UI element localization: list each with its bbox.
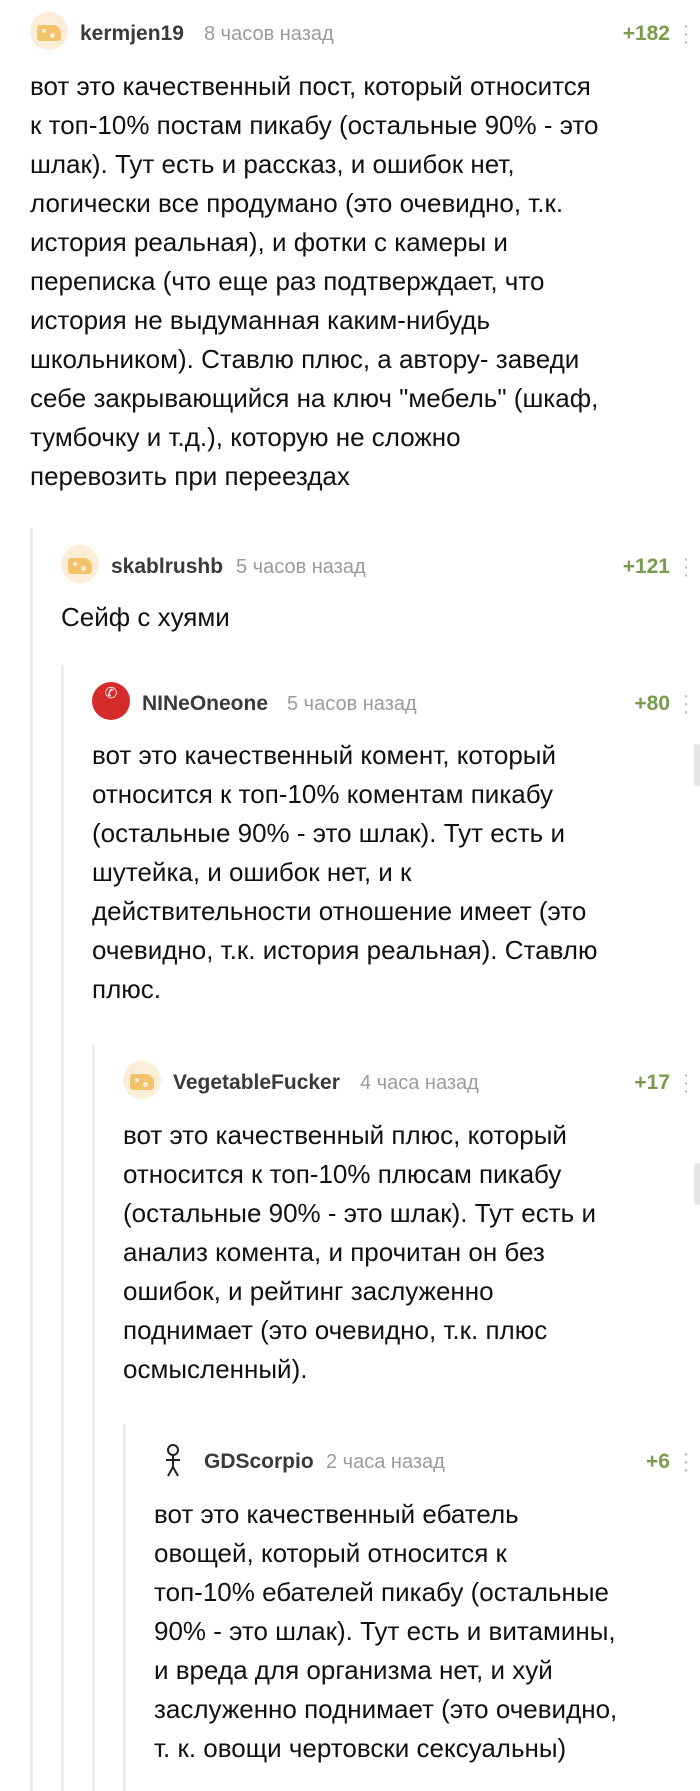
stick-figure-avatar-icon[interactable] — [154, 1440, 192, 1478]
more-vertical-icon[interactable]: · · · — [680, 16, 692, 52]
comment-header: VegetableFucker 4 часа назад +17 · · · — [123, 1049, 700, 1101]
comment-timestamp[interactable]: 5 часов назад — [287, 693, 417, 716]
user-avatar-icon[interactable] — [30, 12, 68, 50]
comment-timestamp[interactable]: 4 часа назад — [360, 1072, 479, 1095]
comment-username[interactable]: GDScorpio — [204, 1450, 314, 1474]
comment-nineoneone: ✆ NINeOneone 5 часов назад +80 · · · вот э… — [92, 670, 700, 1030]
comment-text: вот это качественный плюс, который относ… — [123, 1120, 596, 1384]
more-vertical-icon[interactable]: · · · — [680, 549, 692, 585]
comment-username[interactable]: kermjen19 — [80, 22, 184, 46]
user-avatar-icon[interactable] — [123, 1061, 161, 1099]
comment-rating: +121 — [622, 555, 670, 578]
comment-header: skablrushb 5 часов назад +121 · · · — [61, 533, 700, 585]
user-avatar-icon[interactable] — [61, 545, 99, 583]
comment-text: вот это качественный ебатель овощей, кот… — [154, 1499, 618, 1763]
comment-rating: +182 — [622, 22, 670, 45]
emergency-phone-avatar-icon[interactable]: ✆ — [92, 682, 130, 720]
thread-line[interactable] — [61, 665, 64, 1791]
scroll-marker[interactable] — [694, 1163, 700, 1205]
comment-header: GDScorpio 2 часа назад +6 · · · — [154, 1428, 700, 1480]
comment-rating: +6 — [646, 1450, 670, 1473]
comment-text: вот это качественный комент, который отн… — [92, 740, 598, 1004]
comment-skablrushb: skablrushb 5 часов назад +121 · · · Сейф с… — [61, 533, 700, 653]
comment-header: kermjen19 8 часов назад +182 · · · — [30, 0, 700, 52]
comment-rating: +80 — [634, 692, 670, 715]
thread-line[interactable] — [92, 1045, 95, 1791]
comment-timestamp[interactable]: 5 часов назад — [236, 556, 366, 579]
scroll-marker[interactable] — [694, 744, 700, 786]
comment-text: Сейф с хуями — [61, 602, 230, 632]
comment-text: вот это качественный пост, который относ… — [30, 71, 599, 491]
comment-kermjen19: kermjen19 8 часов назад +182 · · · вот это… — [30, 0, 700, 510]
comment-timestamp[interactable]: 2 часа назад — [326, 1451, 445, 1474]
comment-header: ✆ NINeOneone 5 часов назад +80 · · · — [92, 670, 700, 722]
comment-username[interactable]: NINeOneone — [142, 692, 268, 716]
more-vertical-icon[interactable]: · · · — [680, 686, 692, 722]
comment-username[interactable]: skablrushb — [111, 555, 223, 579]
comment-vegetablefucker: VegetableFucker 4 часа назад +17 · · · вот… — [123, 1049, 700, 1409]
more-vertical-icon[interactable]: · · · — [680, 1065, 692, 1101]
comment-timestamp[interactable]: 8 часов назад — [204, 23, 334, 46]
thread-line[interactable] — [30, 528, 33, 1791]
thread-line[interactable] — [123, 1424, 126, 1791]
comment-rating: +17 — [634, 1071, 670, 1094]
comment-gdscorpio: GDScorpio 2 часа назад +6 · · · вот это ка… — [154, 1428, 700, 1791]
more-vertical-icon[interactable]: · · · — [680, 1444, 692, 1480]
comment-username[interactable]: VegetableFucker — [173, 1071, 340, 1095]
